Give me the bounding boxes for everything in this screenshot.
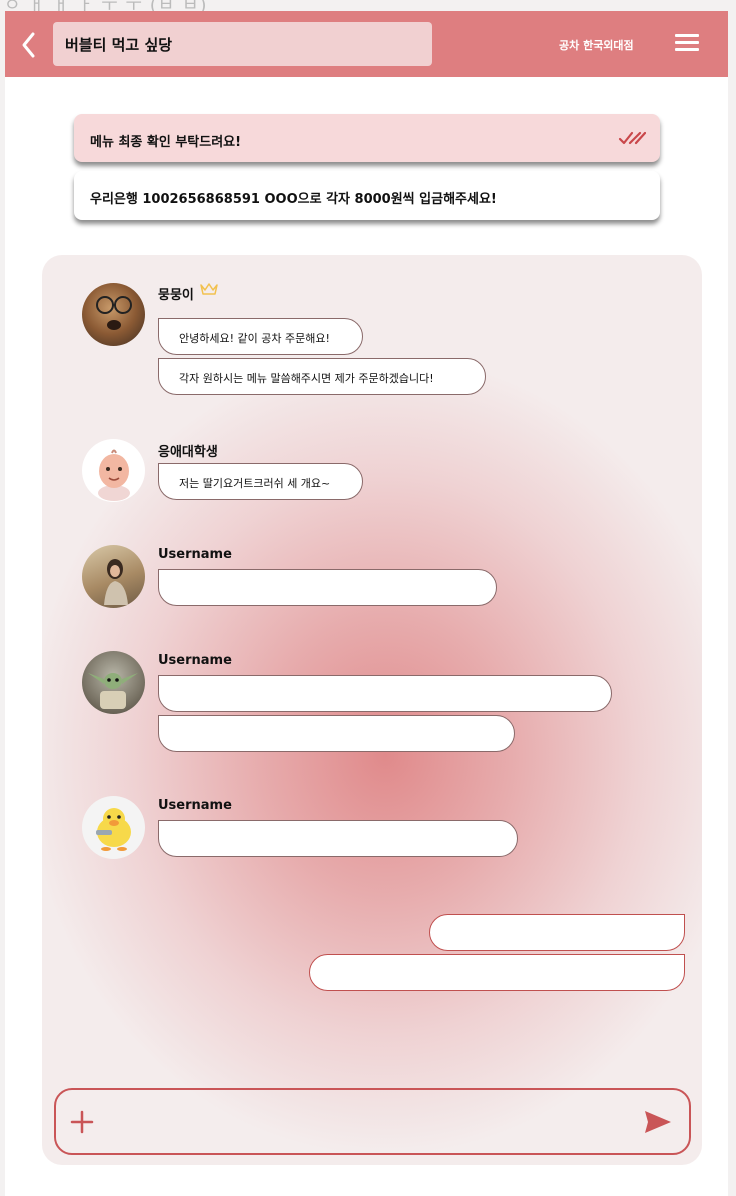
avatar[interactable] bbox=[82, 439, 145, 502]
chat-header: 버블티 먹고 싶당 공차 한국외대점 bbox=[5, 11, 728, 77]
username: Username bbox=[158, 653, 232, 668]
message-input-bar[interactable] bbox=[54, 1088, 691, 1155]
username: 응애대학생 bbox=[158, 445, 218, 460]
chat-bubble: 각자 원하시는 메뉴 말씀해주시면 제가 주문하겠습니다! bbox=[158, 358, 486, 395]
room-title-box[interactable]: 버블티 먹고 싶당 bbox=[53, 22, 432, 66]
chat-area[interactable]: 뭉뭉이 안녕하세요! 같이 공차 주문해요! 각자 원하시는 메뉴 말씀해주시면… bbox=[42, 255, 702, 1165]
chat-bubble bbox=[158, 569, 497, 606]
back-button[interactable] bbox=[18, 31, 40, 59]
notice-menu-confirm[interactable]: 메뉴 최종 확인 부탁드려요! bbox=[74, 114, 660, 162]
chevron-left-icon bbox=[22, 32, 35, 58]
notice-text: 메뉴 최종 확인 부탁드려요! bbox=[90, 135, 242, 150]
app-screen: 버블티 먹고 싶당 공차 한국외대점 메뉴 최종 확인 부탁드려요! 우리은행 … bbox=[5, 11, 728, 1196]
dog-with-glasses-avatar bbox=[96, 296, 132, 330]
person-photo-avatar bbox=[104, 559, 128, 605]
username: Username bbox=[158, 547, 232, 562]
chat-bubble: 저는 딸기요거트크러쉬 세 개요~ bbox=[158, 463, 363, 500]
notice-payment[interactable]: 우리은행 1002656868591 OOO으로 각자 8000원씩 입금해주세… bbox=[74, 171, 660, 220]
send-button[interactable] bbox=[644, 1110, 672, 1138]
duck-character-avatar bbox=[96, 808, 131, 851]
room-title: 버블티 먹고 싶당 bbox=[65, 36, 173, 54]
avatar[interactable] bbox=[82, 651, 145, 714]
double-check-icon bbox=[618, 131, 646, 145]
avatar[interactable] bbox=[82, 545, 145, 608]
my-chat-bubble bbox=[309, 954, 685, 991]
my-chat-bubble bbox=[429, 914, 685, 951]
baby-character-avatar bbox=[98, 449, 130, 501]
chat-bubble bbox=[158, 675, 612, 712]
avatar[interactable] bbox=[82, 283, 145, 346]
avatar[interactable] bbox=[82, 796, 145, 859]
username: 뭉뭉이 bbox=[158, 288, 194, 303]
send-icon bbox=[645, 1111, 671, 1133]
crown-icon bbox=[200, 283, 218, 295]
notice-text: 우리은행 1002656868591 OOO으로 각자 8000원씩 입금해주세… bbox=[90, 192, 497, 207]
plus-icon bbox=[70, 1110, 94, 1134]
chat-bubble: 안녕하세요! 같이 공차 주문해요! bbox=[158, 318, 363, 355]
baby-yoda-avatar bbox=[88, 673, 138, 709]
store-name: 공차 한국외대점 bbox=[559, 39, 634, 52]
hamburger-menu-icon bbox=[675, 34, 699, 51]
chat-bubble bbox=[158, 820, 518, 857]
username: Username bbox=[158, 798, 232, 813]
attach-button[interactable] bbox=[70, 1110, 94, 1138]
menu-button[interactable] bbox=[675, 34, 699, 54]
chat-bubble bbox=[158, 715, 515, 752]
